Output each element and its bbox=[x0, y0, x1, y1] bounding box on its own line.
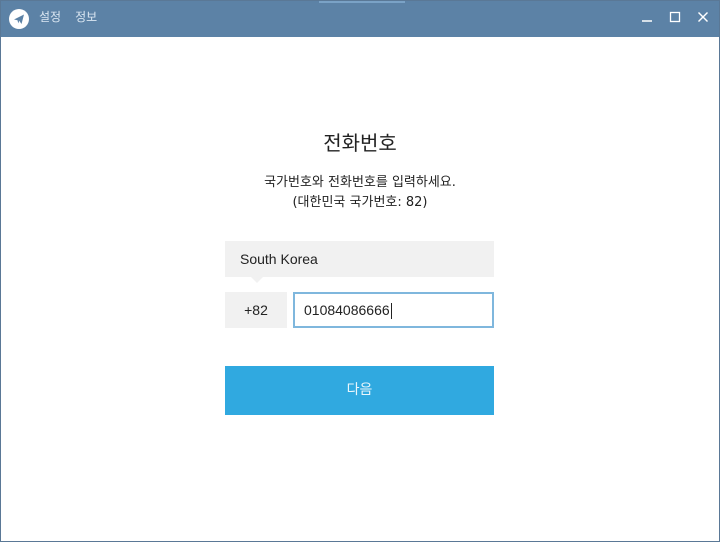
title-accent bbox=[319, 1, 405, 3]
menu-info[interactable]: 정보 bbox=[75, 9, 97, 25]
page-title: 전화번호 bbox=[323, 131, 397, 155]
title-bar: 설정 정보 bbox=[1, 1, 719, 37]
window-controls bbox=[639, 9, 711, 25]
login-content: 전화번호 국가번호와 전화번호를 입력하세요. (대한민국 국가번호: 82) … bbox=[1, 37, 719, 541]
text-caret bbox=[390, 303, 392, 320]
phone-number-input[interactable]: 01084086666 bbox=[293, 292, 494, 328]
minimize-icon[interactable] bbox=[639, 9, 655, 25]
country-code-field[interactable]: +82 bbox=[225, 292, 287, 328]
next-button[interactable]: 다음 bbox=[225, 366, 494, 415]
phone-number-value: 01084086666 bbox=[304, 302, 390, 318]
instructions-line-1: 국가번호와 전화번호를 입력하세요. bbox=[264, 175, 456, 190]
close-icon[interactable] bbox=[695, 9, 711, 25]
menu-bar: 설정 정보 bbox=[39, 9, 97, 25]
instructions: 국가번호와 전화번호를 입력하세요. (대한민국 국가번호: 82) bbox=[1, 173, 719, 213]
instructions-line-2: (대한민국 국가번호: 82) bbox=[292, 195, 428, 210]
country-select[interactable]: South Korea bbox=[225, 241, 494, 277]
maximize-icon[interactable] bbox=[667, 9, 683, 25]
menu-settings[interactable]: 설정 bbox=[39, 9, 61, 25]
app-window: 설정 정보 전화번호 국가번호와 전화번호를 입력하세요. (대한민국 국가번호… bbox=[0, 0, 720, 542]
paper-plane-icon bbox=[9, 9, 29, 29]
country-pointer bbox=[251, 277, 263, 283]
